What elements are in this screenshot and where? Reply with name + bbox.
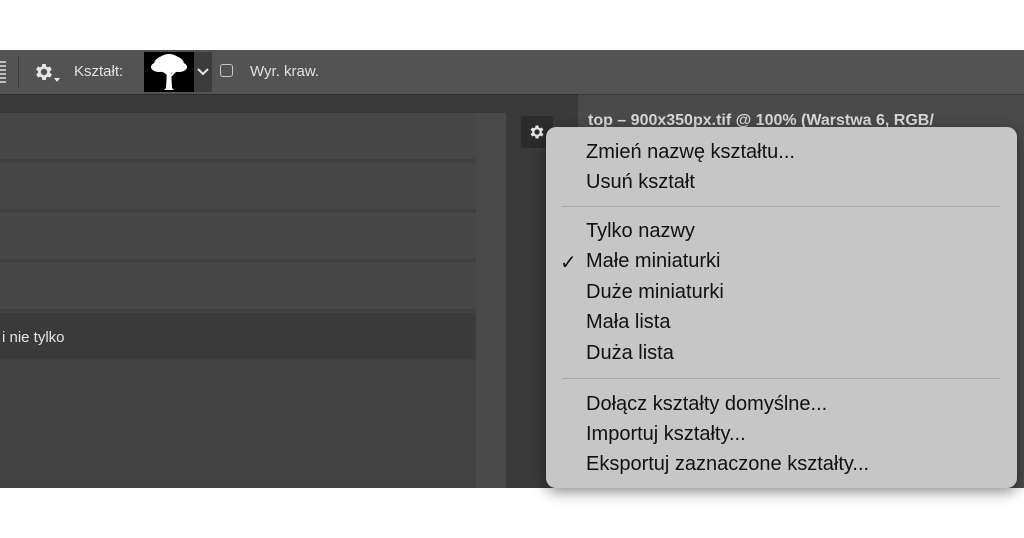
list-item[interactable] [0, 263, 476, 311]
divider [18, 56, 19, 88]
list-item[interactable] [0, 213, 476, 261]
shape-label: Kształt: [74, 63, 124, 80]
menu-item-small-list[interactable]: Mała lista [586, 311, 670, 334]
menu-item-large-thumbnails[interactable]: Duże miniaturki [586, 281, 724, 304]
menu-item-import-shapes[interactable]: Importuj kształty... [586, 423, 746, 446]
menu-separator [562, 206, 1000, 207]
gear-icon [36, 64, 52, 80]
tree-shape-icon [151, 54, 187, 90]
align-edges-checkbox[interactable] [220, 64, 233, 77]
list-item[interactable]: i nie tylko [0, 313, 476, 361]
chevron-down-icon [197, 68, 209, 76]
menu-item-large-list[interactable]: Duża lista [586, 342, 674, 365]
list-item[interactable] [0, 113, 476, 161]
menu-item-export-selected-shapes[interactable]: Eksportuj zaznaczone kształty... [586, 453, 869, 476]
checkmark-icon: ✓ [560, 252, 577, 274]
list-item-label: i nie tylko [2, 329, 65, 346]
align-edges-label: Wyr. kraw. [250, 63, 320, 80]
chevron-down-icon [54, 78, 60, 82]
shape-picker-dropdown[interactable] [194, 52, 212, 92]
toolbar-grip[interactable] [0, 61, 6, 83]
context-menu: Zmień nazwę kształtu... Usuń kształt Tyl… [546, 127, 1017, 488]
menu-item-names-only[interactable]: Tylko nazwy [586, 220, 695, 243]
menu-separator [562, 378, 1000, 379]
scrollbar[interactable] [476, 113, 506, 488]
menu-item-delete-shape[interactable]: Usuń kształt [586, 171, 695, 194]
shape-list: i nie tylko [0, 113, 506, 488]
menu-item-small-thumbnails[interactable]: Małe miniaturki [586, 250, 720, 273]
shape-picker-thumbnail[interactable] [144, 52, 194, 92]
menu-item-append-default-shapes[interactable]: Dołącz kształty domyślne... [586, 393, 827, 416]
options-bar: Kształt: Wyr. kraw. [0, 50, 1024, 95]
tool-preset-button[interactable] [30, 58, 60, 86]
panel-settings-gear-icon [530, 125, 544, 139]
menu-item-rename-shape[interactable]: Zmień nazwę kształtu... [586, 141, 795, 164]
shape-picker-panel: i nie tylko [0, 94, 578, 488]
list-item[interactable] [0, 163, 476, 211]
